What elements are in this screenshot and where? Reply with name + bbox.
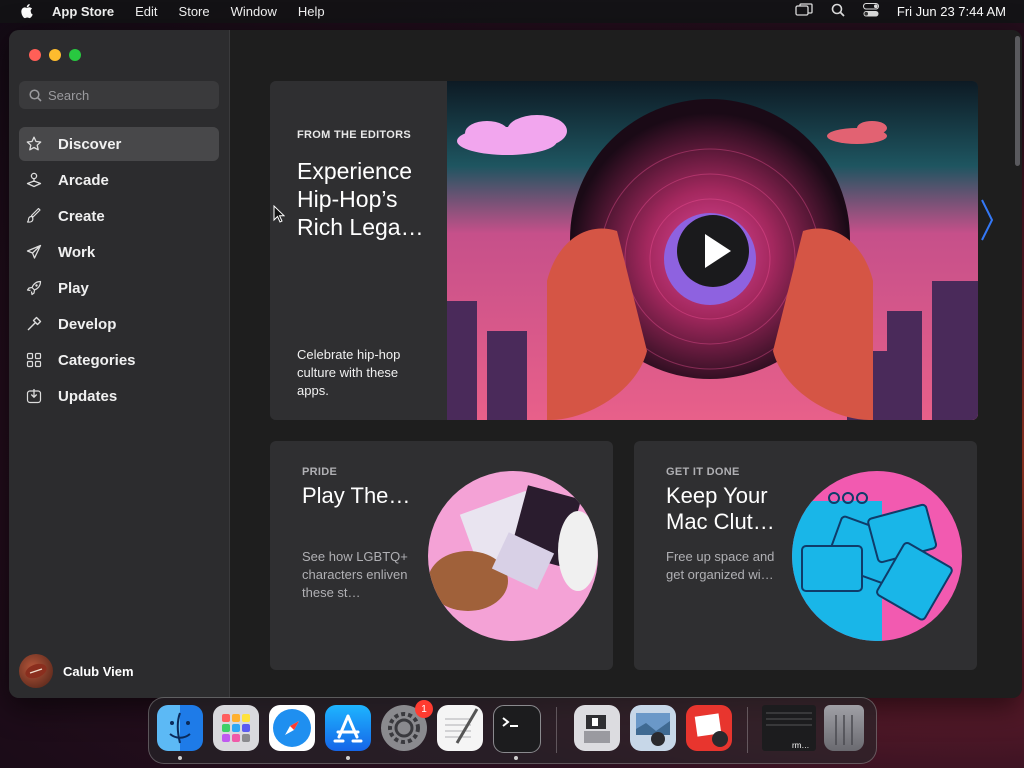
preview-icon[interactable]: [630, 705, 676, 751]
sidebar-item-label: Develop: [58, 315, 117, 333]
menu-store[interactable]: Store: [179, 4, 210, 19]
menu-edit[interactable]: Edit: [135, 4, 157, 19]
sidebar-nav: Discover Arcade Create Work Play Develop: [19, 127, 219, 415]
download-box-icon: [26, 388, 42, 404]
menu-bar: App Store Edit Store Window Help Fri Jun…: [0, 0, 1024, 23]
mouse-pointer-icon: [273, 204, 286, 228]
hammer-icon: [26, 316, 42, 332]
paper-plane-icon: [26, 244, 42, 260]
sidebar-item-label: Updates: [58, 387, 118, 405]
control-center-icon[interactable]: [862, 3, 879, 20]
main-content: FROM THE EDITORS Experience Hip-Hop’s Ri…: [230, 30, 1022, 698]
app-store-window: Discover Arcade Create Work Play Develop: [9, 30, 1022, 698]
grid-icon: [26, 352, 42, 368]
next-chevron-icon[interactable]: [980, 198, 994, 247]
hero-title: Experience Hip-Hop’s Rich Lega…: [297, 158, 424, 240]
system-settings-icon[interactable]: 1: [381, 700, 433, 751]
organize-artwork: [792, 471, 962, 641]
search-input[interactable]: [46, 86, 200, 104]
search-field[interactable]: [19, 81, 219, 109]
dock-separator: [556, 707, 557, 753]
menu-app-name[interactable]: App Store: [52, 4, 114, 19]
trash-icon[interactable]: [824, 705, 864, 751]
close-button[interactable]: [29, 49, 41, 61]
running-indicator: [346, 756, 350, 760]
screen-thumbnail-icon[interactable]: rm…: [762, 705, 816, 751]
launchpad-icon[interactable]: [213, 705, 259, 751]
sidebar-item-label: Create: [58, 207, 105, 225]
story-card-get-it-done[interactable]: GET IT DONE Keep Your Mac Clut… Free up …: [634, 441, 977, 670]
sidebar-item-label: Categories: [58, 351, 136, 369]
screen-mirroring-icon[interactable]: [795, 3, 813, 20]
thumbnail-label: rm…: [792, 741, 810, 750]
sidebar-item-label: Work: [58, 243, 96, 261]
card-subtitle: See how LGBTQ+ characters enliven these …: [302, 549, 408, 600]
running-indicator: [514, 756, 518, 760]
menu-window[interactable]: Window: [231, 4, 277, 19]
apple-menu-icon[interactable]: [18, 3, 38, 20]
sidebar-item-create[interactable]: Create: [19, 199, 219, 233]
zoom-button[interactable]: [69, 49, 81, 61]
finder-icon[interactable]: [157, 705, 203, 751]
user-account[interactable]: Calub Viem: [19, 654, 134, 688]
star-icon: [26, 136, 42, 152]
photo-booth-icon[interactable]: [686, 705, 732, 751]
sidebar: Discover Arcade Create Work Play Develop: [9, 30, 230, 698]
spotlight-search-icon[interactable]: [831, 3, 845, 20]
card-subtitle: Free up space and get organized wi…: [666, 549, 775, 582]
hero-subtitle: Celebrate hip-hop culture with these app…: [297, 347, 401, 398]
hero-eyebrow: FROM THE EDITORS: [297, 129, 411, 141]
search-icon: [29, 88, 42, 102]
user-name: Calub Viem: [63, 663, 134, 679]
scrollbar[interactable]: [1015, 36, 1020, 166]
sidebar-item-label: Discover: [58, 135, 122, 153]
window-controls: [29, 49, 81, 61]
sidebar-item-categories[interactable]: Categories: [19, 343, 219, 377]
notification-badge: 1: [415, 700, 433, 718]
brush-icon: [26, 208, 42, 224]
app-store-icon[interactable]: [325, 705, 371, 751]
terminal-icon[interactable]: [493, 705, 541, 753]
running-indicator: [178, 756, 182, 760]
sidebar-item-develop[interactable]: Develop: [19, 307, 219, 341]
story-card-pride[interactable]: PRIDE Play The… See how LGBTQ+ character…: [270, 441, 613, 670]
sidebar-item-label: Play: [58, 279, 89, 297]
safari-icon[interactable]: [269, 705, 315, 751]
card-title: Keep Your Mac Clut…: [666, 483, 775, 534]
sidebar-item-arcade[interactable]: Arcade: [19, 163, 219, 197]
avatar: [19, 654, 53, 688]
card-eyebrow: PRIDE: [302, 466, 338, 478]
pride-artwork: [428, 471, 598, 641]
menu-bar-clock[interactable]: Fri Jun 23 7:44 AM: [897, 4, 1006, 19]
sidebar-item-label: Arcade: [58, 171, 109, 189]
sidebar-item-updates[interactable]: Updates: [19, 379, 219, 413]
card-title: Play The…: [302, 483, 411, 508]
menu-help[interactable]: Help: [298, 4, 325, 19]
dock: 1 rm…: [148, 697, 877, 764]
sidebar-item-work[interactable]: Work: [19, 235, 219, 269]
sidebar-item-discover[interactable]: Discover: [19, 127, 219, 161]
textedit-icon[interactable]: [437, 705, 483, 751]
rocket-icon: [26, 280, 42, 296]
sidebar-item-play[interactable]: Play: [19, 271, 219, 305]
minimize-button[interactable]: [49, 49, 61, 61]
hero-illustration: [447, 81, 978, 420]
hero-text-panel: FROM THE EDITORS Experience Hip-Hop’s Ri…: [270, 81, 447, 420]
joystick-icon: [26, 172, 42, 188]
card-eyebrow: GET IT DONE: [666, 466, 740, 478]
hero-story[interactable]: FROM THE EDITORS Experience Hip-Hop’s Ri…: [270, 81, 978, 420]
boot-camp-icon[interactable]: [574, 705, 620, 751]
dock-separator: [747, 707, 748, 753]
